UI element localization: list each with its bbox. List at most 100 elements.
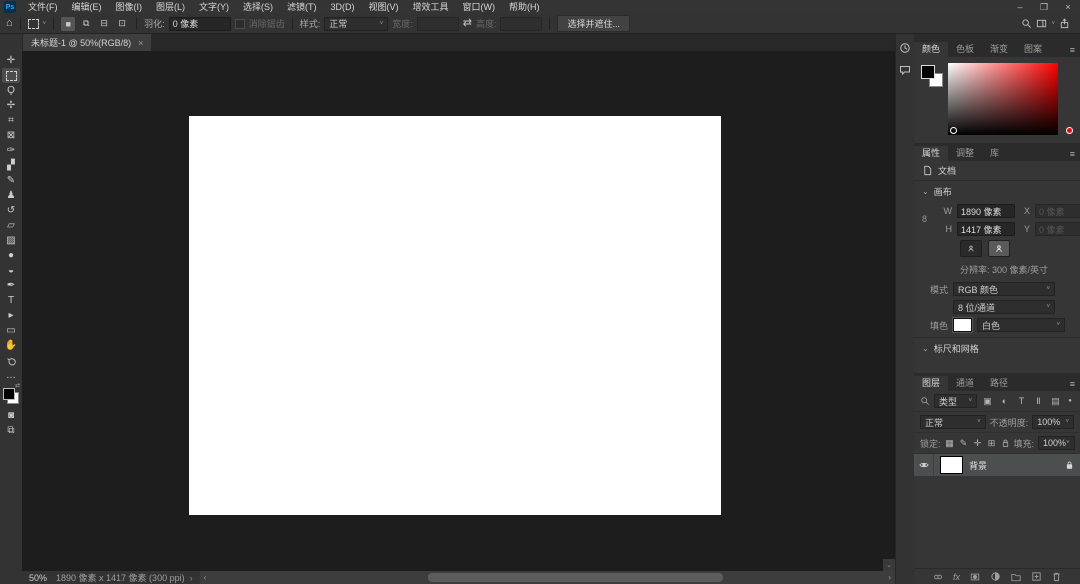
close-button[interactable]: ×	[1056, 0, 1080, 14]
lock-all-icon[interactable]	[1001, 438, 1010, 448]
lock-artboard-icon[interactable]: ⊞	[987, 438, 997, 449]
vertical-scroll-down-button[interactable]: ⌄	[883, 559, 895, 571]
layer-visibility-cell[interactable]	[914, 454, 934, 476]
move-tool[interactable]: ✛	[2, 53, 20, 68]
menu-item-window[interactable]: 窗口(W)	[456, 0, 503, 14]
adjustment-layer-icon[interactable]	[990, 571, 1001, 582]
restore-button[interactable]: ❐	[1032, 0, 1056, 14]
panel-menu-icon[interactable]: ≡	[1070, 379, 1075, 389]
tab-color[interactable]: 颜色	[914, 42, 949, 57]
eyedropper-tool[interactable]: ✑	[2, 143, 20, 158]
color-picker-cursor[interactable]	[950, 127, 957, 134]
add-layer-mask-icon[interactable]	[969, 572, 981, 582]
layer-fill-select[interactable]: 100% ˅	[1038, 436, 1075, 450]
scrollbar-thumb[interactable]	[427, 573, 723, 582]
new-group-icon[interactable]	[1010, 572, 1022, 582]
panel-menu-icon[interactable]: ≡	[1070, 45, 1075, 55]
frame-tool[interactable]: ⊠	[2, 128, 20, 143]
lock-image-icon[interactable]: ✎	[959, 438, 969, 449]
hue-picker-cursor[interactable]	[1066, 127, 1073, 134]
saturation-brightness-picker[interactable]	[948, 63, 1058, 135]
scroll-right-arrow[interactable]: ›	[888, 573, 891, 582]
screen-mode-button[interactable]: ⧉	[2, 423, 20, 438]
object-selection-tool[interactable]: ✢	[2, 98, 20, 113]
rectangle-tool[interactable]: ▭	[2, 323, 20, 338]
rectangular-marquee-tool[interactable]	[2, 68, 20, 83]
filter-type-layers-icon[interactable]: T	[1015, 396, 1028, 406]
type-tool[interactable]: T	[2, 293, 20, 308]
new-selection-button[interactable]: ■	[61, 16, 76, 31]
filter-toggle-icon[interactable]: ●	[1066, 398, 1074, 404]
lock-position-icon[interactable]: ✛	[973, 438, 983, 449]
color-mode-select[interactable]: RGB 颜色 ˅	[953, 282, 1055, 296]
subtract-from-selection-button[interactable]: ⊟	[97, 17, 111, 31]
hue-slider[interactable]	[1064, 63, 1074, 135]
menu-item-help[interactable]: 帮助(H)	[502, 0, 547, 14]
history-brush-tool[interactable]: ↺	[2, 203, 20, 218]
swap-colors-icon[interactable]: ⇄	[15, 382, 20, 389]
layer-row-background[interactable]: 背景	[914, 454, 1080, 476]
canvas[interactable]	[189, 116, 721, 515]
tab-properties[interactable]: 属性	[914, 146, 949, 161]
menu-item-image[interactable]: 图像(I)	[109, 0, 150, 14]
layer-locked-icon[interactable]	[1065, 460, 1074, 470]
canvas-y-input[interactable]: 0 像素	[1035, 222, 1080, 236]
path-selection-tool[interactable]: ▸	[2, 308, 20, 323]
hand-tool[interactable]: ✋	[2, 338, 20, 353]
foreground-color-swatch[interactable]	[3, 388, 15, 400]
bit-depth-select[interactable]: 8 位/通道 ˅	[953, 300, 1055, 314]
menu-item-3d[interactable]: 3D(D)	[324, 0, 362, 14]
delete-layer-icon[interactable]	[1051, 571, 1062, 582]
tab-close-icon[interactable]: ×	[138, 38, 143, 48]
canvas-section-header[interactable]: ⌄ 画布	[914, 181, 1080, 202]
new-layer-icon[interactable]	[1031, 571, 1042, 582]
home-icon[interactable]: ⌂	[6, 18, 13, 29]
menu-item-layer[interactable]: 图层(L)	[149, 0, 192, 14]
intersect-selection-button[interactable]: ⊡	[115, 17, 129, 31]
share-icon[interactable]	[1059, 18, 1070, 29]
select-and-mask-button[interactable]: 选择并遮住...	[557, 15, 630, 32]
status-chevron-icon[interactable]: ›	[190, 573, 200, 583]
width-input[interactable]	[416, 16, 459, 31]
filter-adjustment-layers-icon[interactable]: ◐	[998, 396, 1011, 406]
layer-effects-button[interactable]: fx	[953, 572, 960, 582]
menu-item-filter[interactable]: 滤镜(T)	[280, 0, 324, 14]
tab-channels[interactable]: 通道	[948, 376, 982, 391]
blur-tool[interactable]: ●	[2, 248, 20, 263]
chevron-down-icon[interactable]: ˅	[43, 21, 47, 27]
menu-item-select[interactable]: 选择(S)	[236, 0, 280, 14]
tool-preset-marquee-icon[interactable]	[27, 18, 39, 29]
zoom-tool[interactable]: Ϙ	[2, 353, 20, 368]
zoom-level-field[interactable]: 50%	[22, 573, 56, 583]
layer-thumbnail[interactable]	[940, 456, 963, 474]
link-dimensions-icon[interactable]: 8	[922, 214, 927, 224]
foreground-color-swatch[interactable]	[921, 65, 935, 79]
workspace-switcher-icon[interactable]	[1036, 18, 1047, 29]
opacity-select[interactable]: 100% ˅	[1032, 415, 1074, 429]
brush-tool[interactable]: ✎	[2, 173, 20, 188]
lasso-tool[interactable]: Ϙ	[2, 83, 20, 98]
canvas-width-input[interactable]: 1890 像素	[957, 204, 1015, 218]
comments-panel-icon[interactable]	[899, 64, 911, 76]
menu-item-file[interactable]: 文件(F)	[21, 0, 65, 14]
canvas-height-input[interactable]: 1417 像素	[957, 222, 1015, 236]
link-layers-icon[interactable]	[932, 572, 944, 582]
tab-layers[interactable]: 图层	[914, 376, 949, 391]
canvas-fill-select[interactable]: 白色 ˅	[977, 318, 1065, 332]
minimize-button[interactable]: –	[1008, 0, 1032, 14]
filter-shape-layers-icon[interactable]: Ⅱ	[1032, 396, 1045, 407]
scroll-left-arrow[interactable]: ‹	[204, 573, 207, 582]
filter-smart-objects-icon[interactable]: ▤	[1049, 396, 1062, 407]
clone-stamp-tool[interactable]: ♟	[2, 188, 20, 203]
rulers-grids-section-header[interactable]: ⌄ 标尺和网格	[914, 337, 1080, 373]
spot-healing-brush-tool[interactable]: ▞	[2, 158, 20, 173]
height-input[interactable]	[500, 16, 543, 31]
add-to-selection-button[interactable]: ⧉	[79, 17, 93, 31]
panel-menu-icon[interactable]: ≡	[1070, 149, 1075, 159]
menu-item-edit[interactable]: 编辑(E)	[65, 0, 109, 14]
dodge-tool[interactable]: ◒	[2, 263, 20, 278]
horizontal-scrollbar[interactable]: ‹ ›	[199, 571, 895, 584]
tab-paths[interactable]: 路径	[982, 376, 1016, 391]
portrait-orientation-button[interactable]	[960, 240, 982, 257]
edit-toolbar-button[interactable]: …	[2, 368, 20, 383]
